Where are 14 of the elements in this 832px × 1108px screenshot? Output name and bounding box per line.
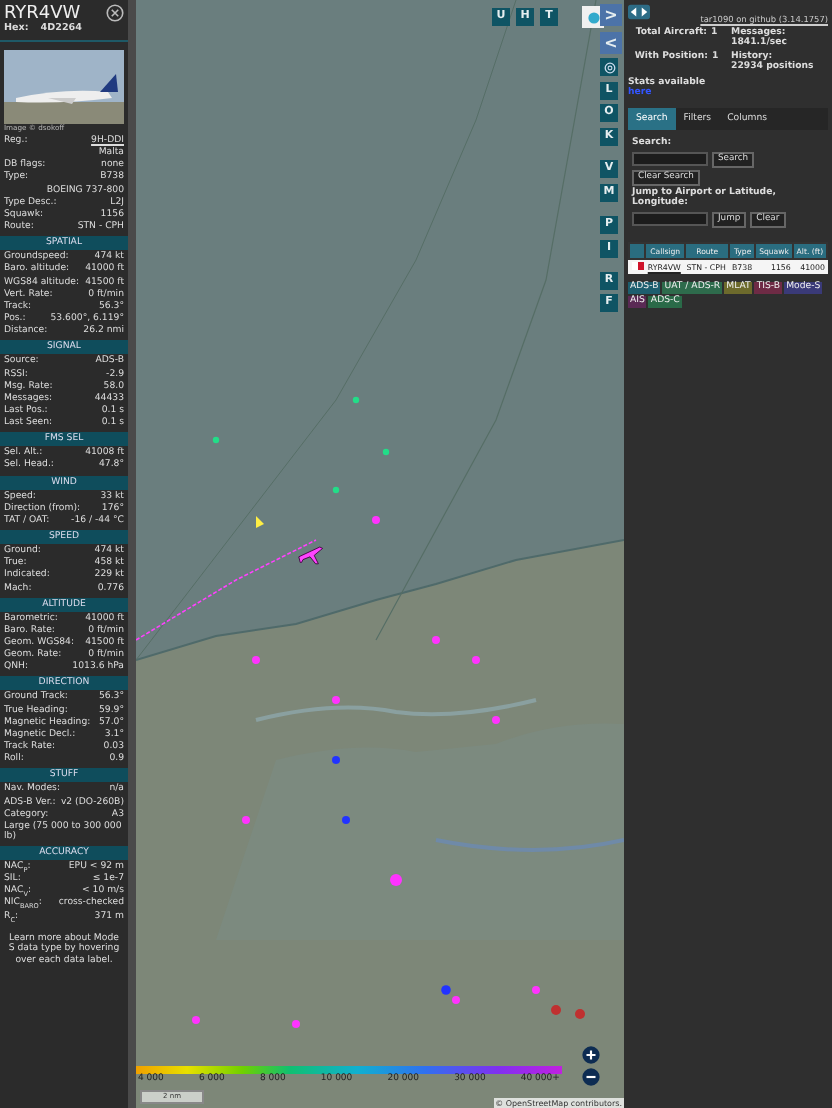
- airplane-icon[interactable]: [294, 540, 326, 568]
- search-field[interactable]: [632, 151, 708, 165]
- column-header: [629, 242, 646, 258]
- panel-toggle-button[interactable]: >: [600, 4, 622, 26]
- panel-toggle-button[interactable]: <: [600, 31, 622, 54]
- settings-button[interactable]: [600, 58, 618, 77]
- zoom-in-button[interactable]: [582, 1046, 600, 1064]
- zoom-out-button[interactable]: [582, 1068, 600, 1086]
- aircraft-callsign: RYR4VW: [4, 4, 81, 24]
- close-icon[interactable]: [106, 4, 124, 22]
- jump-field[interactable]: [632, 211, 708, 225]
- scrollbar[interactable]: [128, 0, 136, 1108]
- photo-placeholder[interactable]: [4, 50, 124, 124]
- expand-icon[interactable]: [628, 4, 650, 20]
